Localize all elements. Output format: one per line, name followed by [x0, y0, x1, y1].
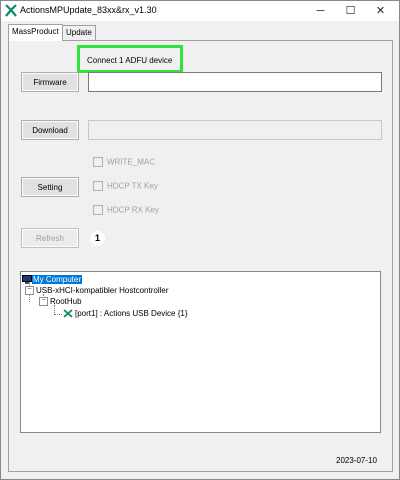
maximize-button[interactable]: ☐	[335, 1, 366, 21]
device-tree[interactable]: My Computer − USB-xHCI-kompatibler Hostco…	[20, 271, 381, 433]
setting-button[interactable]: Setting	[21, 177, 79, 197]
tree-node-label: RootHub	[50, 297, 82, 306]
close-icon: ✕	[375, 5, 386, 17]
firmware-button[interactable]: Firmware	[21, 72, 79, 92]
annotation-marker: 1	[90, 231, 105, 246]
download-status-field	[88, 120, 382, 140]
collapse-icon[interactable]: −	[39, 297, 48, 307]
tree-node-roothub[interactable]: − RootHub	[39, 296, 82, 307]
collapse-icon[interactable]: −	[25, 286, 34, 296]
hdcp-rx-key-label: HDCP RX Key	[107, 205, 159, 215]
computer-icon	[22, 275, 32, 285]
connection-status-label: Connect 1 ADFU device	[87, 56, 173, 65]
tree-line	[54, 314, 62, 315]
massproduct-panel: Connect 1 ADFU device Firmware Download …	[8, 40, 393, 472]
write-mac-label: WRITE_MAC	[107, 157, 155, 167]
close-button[interactable]: ✕	[365, 1, 396, 21]
checkbox-box	[93, 205, 103, 215]
actions-x-icon	[63, 309, 73, 319]
hdcp-tx-key-label: HDCP TX Key	[107, 181, 158, 191]
maximize-icon: ☐	[345, 5, 356, 17]
title-bar[interactable]: ActionsMPUpdate_83xx&rx_v1.30 ─ ☐ ✕	[1, 1, 399, 21]
tree-node-usb-controller[interactable]: − USB-xHCI-kompatibler Hostcontroller	[25, 285, 168, 296]
application-window: ActionsMPUpdate_83xx&rx_v1.30 ─ ☐ ✕ Mass…	[0, 0, 400, 480]
minimize-button[interactable]: ─	[305, 1, 336, 21]
tab-massproduct[interactable]: MassProduct	[8, 24, 63, 41]
firmware-path-field[interactable]	[88, 72, 382, 92]
tree-node-label: [port1] : Actions USB Device {1}	[75, 309, 188, 318]
refresh-button[interactable]: Refresh	[21, 228, 79, 248]
download-button[interactable]: Download	[21, 120, 79, 140]
checkbox-box	[93, 157, 103, 167]
write-mac-checkbox: WRITE_MAC	[93, 157, 155, 169]
checkbox-box	[93, 181, 103, 191]
tree-node-label: USB-xHCI-kompatibler Hostcontroller	[36, 286, 169, 295]
hdcp-rx-key-checkbox: HDCP RX Key	[93, 205, 159, 217]
hdcp-tx-key-checkbox: HDCP TX Key	[93, 181, 158, 193]
actions-x-icon	[5, 4, 17, 17]
tab-update[interactable]: Update	[62, 25, 96, 40]
tree-node-device[interactable]: [port1] : Actions USB Device {1}	[63, 308, 188, 319]
window-title: ActionsMPUpdate_83xx&rx_v1.30	[20, 5, 157, 15]
tree-node-my-computer[interactable]: My Computer	[22, 274, 83, 285]
minimize-icon: ─	[316, 5, 325, 17]
tree-node-label: My Computer	[32, 275, 83, 284]
build-date: 2023-07-10	[336, 456, 377, 465]
